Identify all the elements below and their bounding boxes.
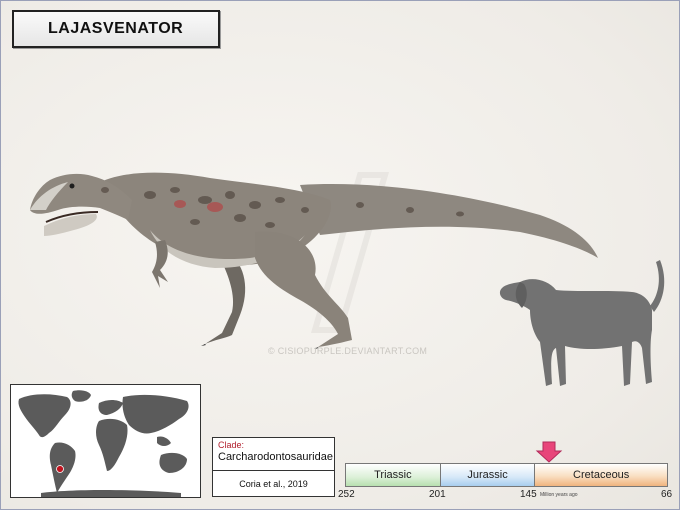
tick-label: 66 — [661, 489, 673, 500]
timeline-unit: Million years ago — [540, 492, 578, 498]
dog-silhouette — [499, 260, 665, 386]
clade-divider — [213, 470, 334, 471]
dinosaur-illustration — [30, 172, 598, 349]
geologic-timeline: Triassic Jurassic Cretaceous — [345, 463, 668, 487]
period-label: Jurassic — [467, 469, 508, 481]
tick-label: 145 — [520, 489, 537, 500]
clade-name: Carcharodontosauridae — [218, 451, 333, 463]
watermark-text: © CISIOPURPLE.DEVIANTART.COM — [268, 346, 428, 356]
tick-label: 252 — [338, 489, 355, 500]
location-dot-icon — [56, 465, 64, 473]
period-jurassic: Jurassic — [440, 464, 536, 486]
clade-reference: Coria et al., 2019 — [239, 479, 308, 489]
period-label: Triassic — [374, 469, 412, 481]
down-arrow-icon — [535, 441, 563, 463]
clade-label: Clade: — [218, 440, 245, 450]
tick-label: 201 — [429, 489, 446, 500]
period-cretaceous: Cretaceous — [535, 464, 667, 486]
clade-box: Clade: Carcharodontosauridae Coria et al… — [212, 437, 335, 497]
world-map-graphic — [11, 385, 200, 497]
period-label: Cretaceous — [573, 469, 630, 481]
world-map — [10, 384, 201, 498]
period-triassic: Triassic — [346, 464, 441, 486]
